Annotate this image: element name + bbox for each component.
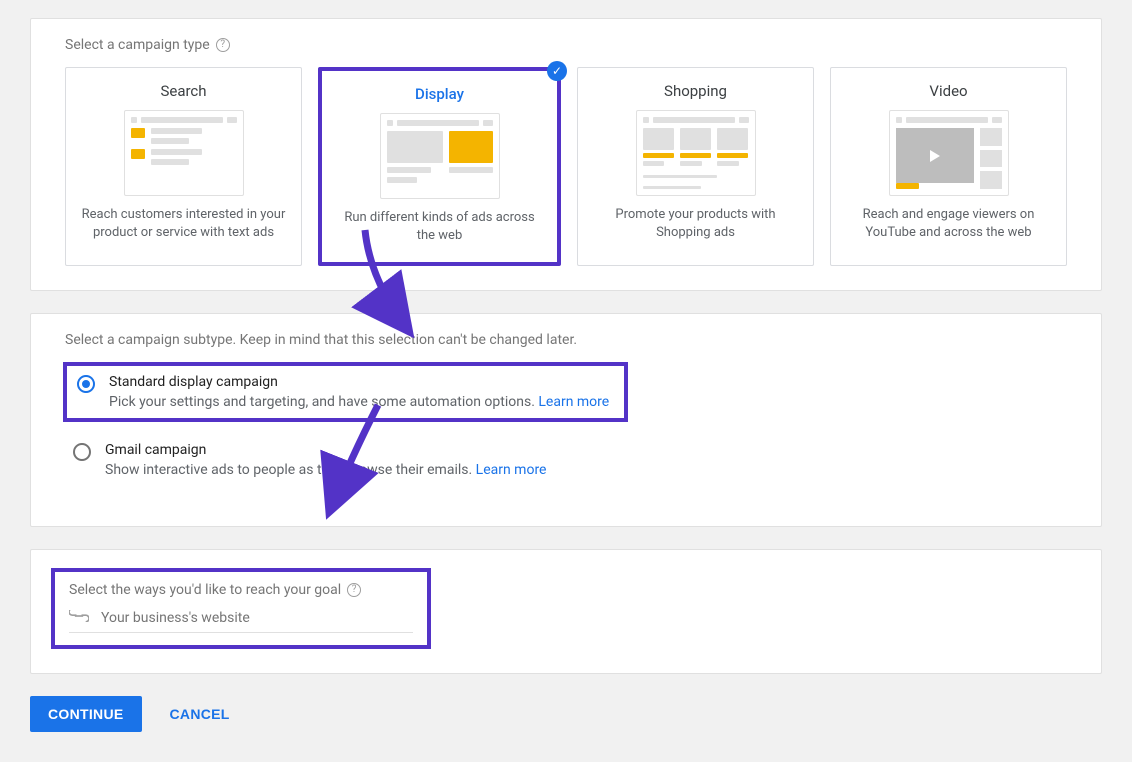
card-desc: Run different kinds of ads across the we… — [336, 209, 543, 244]
card-title: Video — [929, 82, 967, 100]
website-url-input[interactable]: Your business's website — [69, 610, 413, 633]
help-icon[interactable]: ? — [347, 583, 361, 597]
card-desc: Promote your products with Shopping ads — [592, 206, 799, 241]
learn-more-link[interactable]: Learn more — [538, 394, 609, 410]
goal-panel: Select the ways you'd like to reach your… — [30, 549, 1102, 674]
card-title: Shopping — [664, 82, 727, 100]
campaign-type-heading-text: Select a campaign type — [65, 37, 210, 53]
campaign-type-heading: Select a campaign type ? — [65, 37, 1067, 53]
subtype-label: Gmail campaign — [105, 442, 546, 458]
video-ad-icon — [889, 110, 1009, 196]
cancel-button[interactable]: CANCEL — [164, 705, 236, 723]
radio-icon[interactable] — [73, 443, 91, 461]
card-title: Search — [160, 82, 206, 100]
subtype-heading: Select a campaign subtype. Keep in mind … — [65, 332, 1067, 348]
campaign-type-card-search[interactable]: Search Reach customers interested in you… — [65, 67, 302, 266]
subtype-option-gmail[interactable]: Gmail campaign Show interactive ads to p… — [73, 442, 1067, 478]
selected-check-icon: ✓ — [547, 61, 567, 81]
campaign-type-card-display[interactable]: ✓ Display Run different kinds of ads acr… — [318, 67, 561, 266]
goal-heading: Select the ways you'd like to reach your… — [69, 582, 413, 598]
subtype-option-standard[interactable]: Standard display campaign Pick your sett… — [77, 374, 614, 410]
card-desc: Reach and engage viewers on YouTube and … — [845, 206, 1052, 241]
subtype-desc-text: Show interactive ads to people as they b… — [105, 462, 476, 478]
campaign-type-cards: Search Reach customers interested in you… — [65, 67, 1067, 266]
help-icon[interactable]: ? — [216, 38, 230, 52]
display-ad-icon — [380, 113, 500, 199]
continue-button[interactable]: CONTINUE — [30, 696, 142, 732]
search-ad-icon — [124, 110, 244, 196]
subtype-desc: Pick your settings and targeting, and ha… — [109, 394, 609, 410]
action-buttons: CONTINUE CANCEL — [30, 696, 1102, 732]
website-placeholder: Your business's website — [101, 610, 250, 626]
subtype-label: Standard display campaign — [109, 374, 609, 390]
campaign-type-card-video[interactable]: Video Reach and engage viewers on YouTub… — [830, 67, 1067, 266]
card-desc: Reach customers interested in your produ… — [80, 206, 287, 241]
card-title: Display — [415, 85, 464, 103]
annotation-highlight-goal: Select the ways you'd like to reach your… — [51, 568, 431, 649]
subtype-desc: Show interactive ads to people as they b… — [105, 462, 546, 478]
goal-heading-text: Select the ways you'd like to reach your… — [69, 582, 341, 598]
campaign-type-panel: Select a campaign type ? Search Reach cu… — [30, 18, 1102, 291]
subtype-desc-text: Pick your settings and targeting, and ha… — [109, 394, 538, 410]
radio-icon[interactable] — [77, 375, 95, 393]
link-icon — [69, 610, 89, 626]
learn-more-link[interactable]: Learn more — [476, 462, 547, 478]
annotation-highlight-subtype: Standard display campaign Pick your sett… — [63, 362, 628, 422]
campaign-type-card-shopping[interactable]: Shopping Promote your products with Shop… — [577, 67, 814, 266]
shopping-ad-icon — [636, 110, 756, 196]
campaign-subtype-panel: Select a campaign subtype. Keep in mind … — [30, 313, 1102, 527]
